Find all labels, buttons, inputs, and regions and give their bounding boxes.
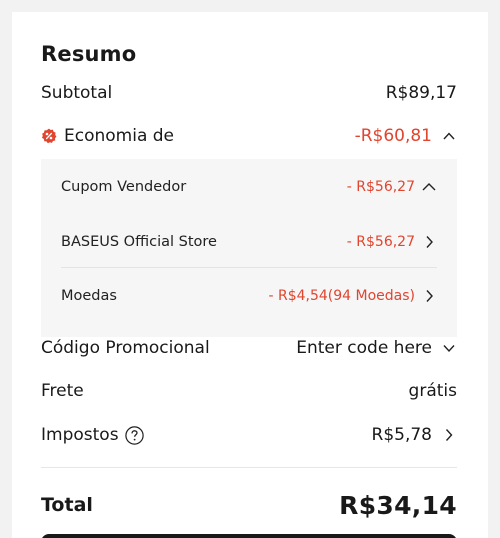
chevron-right-icon[interactable] (421, 288, 437, 304)
shipping-value: grátis (408, 381, 457, 401)
savings-item-store[interactable]: BASEUS Official Store - R$56,27 (61, 228, 437, 256)
divider (41, 467, 457, 468)
savings-label: Economia de (64, 126, 175, 146)
chevron-up-icon[interactable] (421, 179, 437, 195)
checkout-button[interactable] (41, 534, 457, 538)
subtotal-row: Subtotal R$89,17 (41, 78, 457, 108)
promo-code-label: Código Promocional (41, 338, 210, 358)
summary-title: Resumo (41, 42, 137, 66)
shipping-label: Frete (41, 381, 84, 401)
chevron-right-icon[interactable] (441, 427, 457, 443)
total-row: Total R$34,14 (41, 488, 457, 522)
chevron-down-icon[interactable] (441, 340, 457, 356)
promo-code-input[interactable]: Enter code here (296, 338, 432, 358)
promo-code-row[interactable]: Código Promocional Enter code here (41, 333, 457, 363)
savings-breakdown: Cupom Vendedor - R$56,27 BASEUS Official… (41, 159, 457, 337)
savings-item-label: Cupom Vendedor (61, 179, 187, 195)
discount-icon (41, 128, 57, 144)
total-label: Total (41, 494, 93, 516)
chevron-up-icon[interactable] (441, 128, 457, 144)
savings-item-label: Moedas (61, 288, 117, 304)
taxes-label: Impostos (41, 425, 119, 445)
savings-row[interactable]: Economia de -R$60,81 (41, 121, 457, 151)
chevron-right-icon[interactable] (421, 234, 437, 250)
divider (61, 267, 437, 268)
savings-item-label: BASEUS Official Store (61, 234, 217, 250)
help-icon[interactable] (124, 425, 144, 445)
subtotal-label: Subtotal (41, 83, 113, 103)
shipping-row: Frete grátis (41, 376, 457, 406)
order-summary-card: Resumo Subtotal R$89,17 Economia de -R$6… (12, 12, 488, 538)
savings-item-value: - R$4,54(94 Moedas) (268, 288, 415, 304)
subtotal-value: R$89,17 (385, 83, 457, 103)
savings-item-value: - R$56,27 (346, 179, 415, 195)
taxes-row[interactable]: Impostos R$5,78 (41, 420, 457, 450)
total-value: R$34,14 (339, 490, 457, 520)
savings-item-coins[interactable]: Moedas - R$4,54(94 Moedas) (61, 282, 437, 310)
savings-value: -R$60,81 (354, 126, 432, 146)
savings-item-value: - R$56,27 (346, 234, 415, 250)
savings-item-coupon[interactable]: Cupom Vendedor - R$56,27 (61, 173, 437, 201)
taxes-value: R$5,78 (371, 425, 432, 445)
